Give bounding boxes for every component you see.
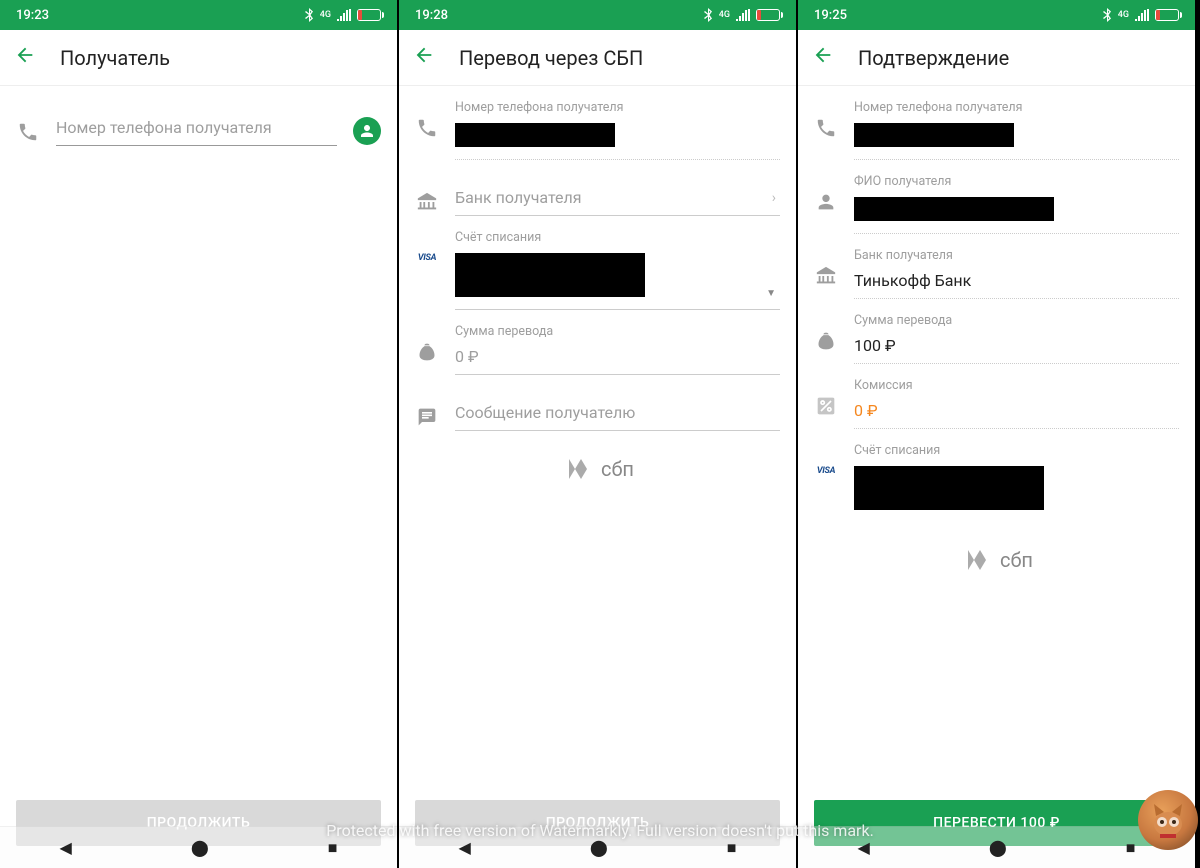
bluetooth-icon bbox=[703, 8, 713, 22]
account-label: Счёт списания bbox=[854, 443, 1179, 458]
moneybag-icon bbox=[415, 340, 439, 364]
battery-icon bbox=[357, 9, 381, 21]
person-icon bbox=[814, 190, 838, 214]
nav-back-icon[interactable]: ◀ bbox=[459, 838, 471, 857]
screen-transfer-form: 19:28 4G Перевод через СБП Номер телефон… bbox=[399, 0, 798, 868]
phone-value bbox=[854, 119, 1179, 160]
name-value bbox=[854, 193, 1179, 234]
sbp-logo: сбп bbox=[399, 455, 796, 483]
phone-value[interactable] bbox=[455, 119, 780, 160]
signal-icon bbox=[1135, 9, 1149, 21]
nav-home-icon[interactable]: ⬤ bbox=[590, 838, 608, 857]
contacts-button[interactable] bbox=[353, 117, 381, 145]
name-label: ФИО получателя bbox=[854, 174, 1179, 189]
android-nav: ◀ ⬤ ■ bbox=[798, 826, 1195, 868]
nav-recent-icon[interactable]: ■ bbox=[727, 838, 737, 858]
network-label: 4G bbox=[719, 10, 730, 20]
nav-home-icon[interactable]: ⬤ bbox=[191, 838, 209, 857]
network-label: 4G bbox=[1118, 10, 1129, 20]
app-header: Получатель bbox=[0, 30, 397, 86]
account-select[interactable]: ▼ bbox=[455, 249, 780, 310]
moneybag-icon bbox=[814, 329, 838, 353]
network-label: 4G bbox=[320, 10, 331, 20]
nav-home-icon[interactable]: ⬤ bbox=[989, 838, 1007, 857]
bluetooth-icon bbox=[1102, 8, 1112, 22]
amount-label: Сумма перевода bbox=[854, 313, 1179, 328]
percent-icon bbox=[814, 394, 838, 418]
page-title: Подтверждение bbox=[858, 46, 1009, 70]
battery-icon bbox=[1155, 9, 1179, 21]
nav-back-icon[interactable]: ◀ bbox=[858, 838, 870, 857]
amount-label: Сумма перевода bbox=[455, 324, 780, 339]
status-bar: 19:28 4G bbox=[399, 0, 796, 30]
amount-value: 100 ₽ bbox=[854, 332, 1179, 364]
android-nav: ◀ ⬤ ■ bbox=[0, 826, 397, 868]
account-label: Счёт списания bbox=[455, 230, 780, 245]
bluetooth-icon bbox=[304, 8, 314, 22]
account-value bbox=[854, 462, 1179, 522]
fee-label: Комиссия bbox=[854, 378, 1179, 393]
visa-icon: VISA bbox=[415, 246, 439, 270]
back-button[interactable] bbox=[14, 44, 36, 72]
battery-icon bbox=[756, 9, 780, 21]
phone-label: Номер телефона получателя bbox=[854, 100, 1179, 115]
bank-icon bbox=[814, 264, 838, 288]
nav-back-icon[interactable]: ◀ bbox=[60, 838, 72, 857]
screen-confirmation: 19:25 4G Подтверждение Номер телефона по… bbox=[798, 0, 1197, 868]
visa-icon: VISA bbox=[814, 459, 838, 483]
chevron-right-icon: › bbox=[772, 190, 776, 206]
nav-recent-icon[interactable]: ■ bbox=[328, 838, 338, 858]
phone-icon bbox=[415, 116, 439, 140]
back-button[interactable] bbox=[812, 44, 834, 72]
page-title: Получатель bbox=[60, 46, 170, 70]
app-header: Подтверждение bbox=[798, 30, 1195, 86]
bank-icon bbox=[415, 190, 439, 214]
signal-icon bbox=[736, 9, 750, 21]
signal-icon bbox=[337, 9, 351, 21]
phone-input[interactable]: Номер телефона получателя bbox=[56, 102, 337, 146]
status-bar: 19:25 4G bbox=[798, 0, 1195, 30]
back-button[interactable] bbox=[413, 44, 435, 72]
clock: 19:25 bbox=[814, 8, 847, 23]
message-input[interactable]: Сообщение получателю bbox=[455, 389, 780, 431]
clock: 19:28 bbox=[415, 8, 448, 23]
dropdown-icon: ▼ bbox=[766, 288, 776, 299]
status-bar: 19:23 4G bbox=[0, 0, 397, 30]
fee-value: 0 ₽ bbox=[854, 397, 1179, 429]
phone-icon bbox=[814, 116, 838, 140]
clock: 19:23 bbox=[16, 8, 49, 23]
message-icon bbox=[415, 405, 439, 429]
nav-recent-icon[interactable]: ■ bbox=[1126, 838, 1136, 858]
app-header: Перевод через СБП bbox=[399, 30, 796, 86]
phone-label: Номер телефона получателя bbox=[455, 100, 780, 115]
bank-value: Тинькофф Банк bbox=[854, 267, 1179, 299]
sbp-logo: сбп bbox=[798, 546, 1195, 574]
bank-label: Банк получателя bbox=[854, 248, 1179, 263]
amount-input[interactable]: 0 ₽ bbox=[455, 343, 780, 375]
page-title: Перевод через СБП bbox=[459, 46, 643, 70]
android-nav: ◀ ⬤ ■ bbox=[399, 826, 796, 868]
avatar bbox=[1138, 790, 1198, 850]
screen-recipient: 19:23 4G Получатель Номер телефона получ… bbox=[0, 0, 399, 868]
bank-select[interactable]: Банк получателя › bbox=[455, 174, 780, 216]
phone-icon bbox=[16, 120, 40, 144]
